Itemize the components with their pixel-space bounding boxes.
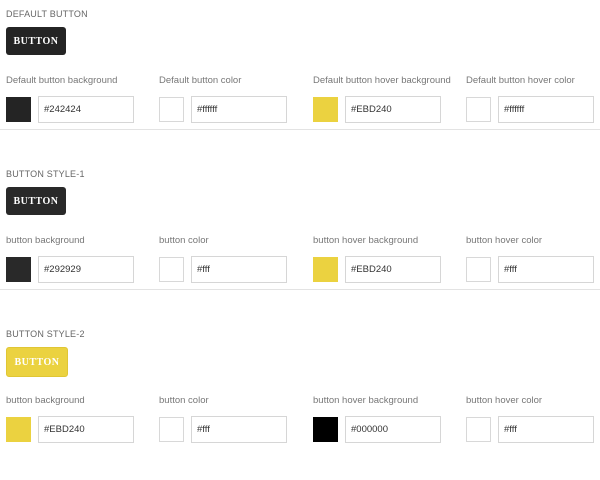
default-button-section: DEFAULT BUTTON BUTTON Default button backg…	[0, 0, 600, 160]
default-button-field-4-color-swatch[interactable]	[466, 97, 491, 122]
default-button-field-4-hex-input[interactable]	[498, 96, 594, 123]
button-style-2-field-1-label: button background	[6, 395, 85, 406]
button-style-1-title: BUTTON STYLE-1	[6, 169, 85, 179]
default-button-field-3-label: Default button hover background	[313, 75, 451, 86]
button-style-2-field-3-hex-input[interactable]	[345, 416, 441, 443]
button-style-2-field-4-label: button hover color	[466, 395, 543, 406]
button-style-1-field-2-label: button color	[159, 235, 209, 246]
button-style-1-divider	[0, 289, 600, 290]
button-style-1-field-3-color-swatch[interactable]	[313, 257, 338, 282]
button-style-1-field-4-color-swatch[interactable]	[466, 257, 491, 282]
button-style-1-section: BUTTON STYLE-1 BUTTON button background but…	[0, 160, 600, 320]
button-style-2-field-2-hex-input[interactable]	[191, 416, 287, 443]
button-style-2-field-2-color-swatch[interactable]	[159, 417, 184, 442]
default-button-preview-button[interactable]: BUTTON	[6, 27, 66, 55]
button-style-2-field-3-color-swatch[interactable]	[313, 417, 338, 442]
button-style-2-field-4-color-swatch[interactable]	[466, 417, 491, 442]
button-style-2-section: BUTTON STYLE-2 BUTTON button background but…	[0, 320, 600, 480]
button-style-2-field-4-hex-input[interactable]	[498, 416, 594, 443]
button-style-2-field-1-color-swatch[interactable]	[6, 417, 31, 442]
button-style-1-field-2-hex-input[interactable]	[191, 256, 287, 283]
button-style-2-field-1-hex-input[interactable]	[38, 416, 134, 443]
default-button-title: DEFAULT BUTTON	[6, 9, 88, 19]
button-style-1-field-1-label: button background	[6, 235, 85, 246]
button-style-1-field-1-color-swatch[interactable]	[6, 257, 31, 282]
button-style-2-title: BUTTON STYLE-2	[6, 329, 85, 339]
button-style-1-field-2-color-swatch[interactable]	[159, 257, 184, 282]
default-button-field-2-color-swatch[interactable]	[159, 97, 184, 122]
button-style-1-field-3-hex-input[interactable]	[345, 256, 441, 283]
button-style-1-field-3-label: button hover background	[313, 235, 419, 246]
default-button-field-1-hex-input[interactable]	[38, 96, 134, 123]
default-button-field-2-label: Default button color	[159, 75, 242, 86]
default-button-field-1-label: Default button background	[6, 75, 118, 86]
button-style-1-preview-button[interactable]: BUTTON	[6, 187, 66, 215]
button-style-1-field-4-label: button hover color	[466, 235, 543, 246]
default-button-field-2-hex-input[interactable]	[191, 96, 287, 123]
button-style-2-preview-button[interactable]: BUTTON	[6, 347, 68, 377]
default-button-field-4-label: Default button hover color	[466, 75, 575, 86]
default-button-field-3-color-swatch[interactable]	[313, 97, 338, 122]
button-style-1-field-4-hex-input[interactable]	[498, 256, 594, 283]
button-style-1-field-1-hex-input[interactable]	[38, 256, 134, 283]
default-button-divider	[0, 129, 600, 130]
button-style-2-field-2-label: button color	[159, 395, 209, 406]
default-button-field-3-hex-input[interactable]	[345, 96, 441, 123]
default-button-field-1-color-swatch[interactable]	[6, 97, 31, 122]
button-style-2-field-3-label: button hover background	[313, 395, 419, 406]
